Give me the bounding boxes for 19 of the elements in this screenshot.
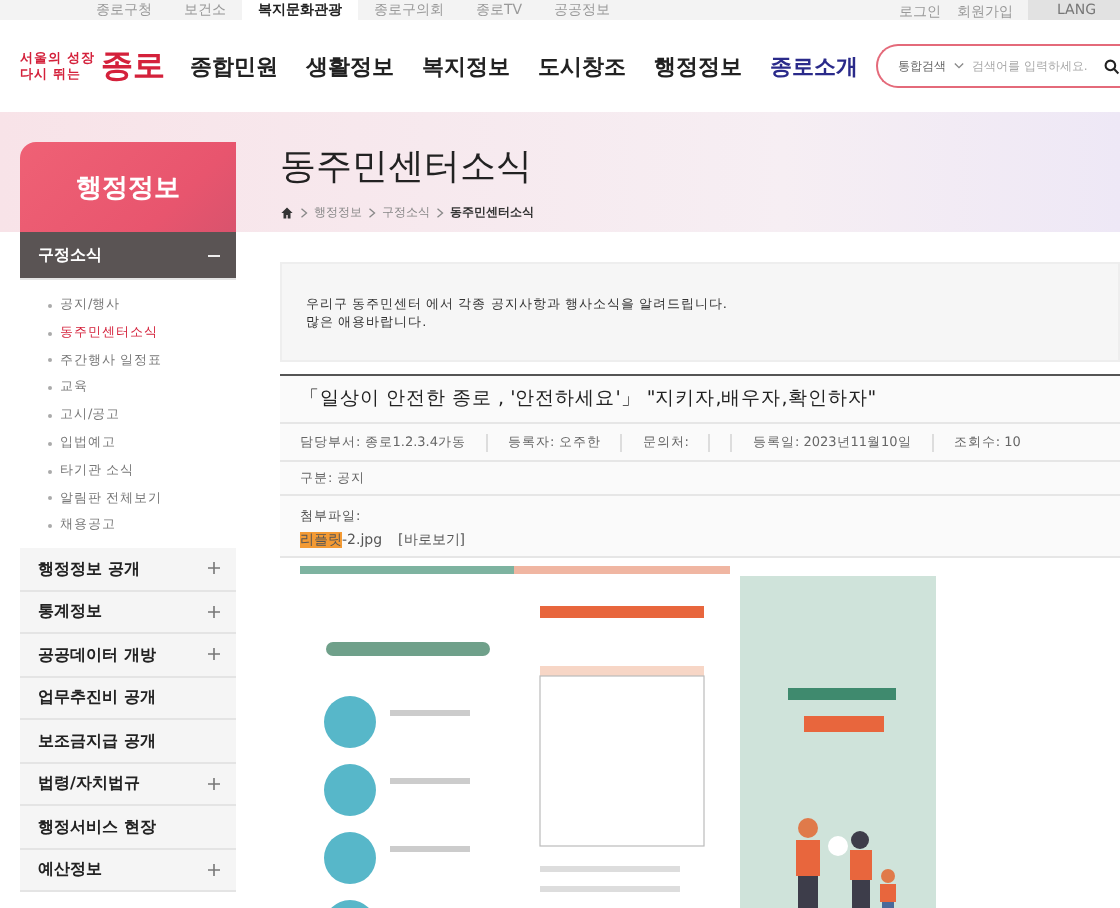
sidebar-item[interactable]: 보조금지급 공개 xyxy=(20,720,236,764)
nav-item[interactable]: 종로소개 xyxy=(756,51,872,81)
nav-item[interactable]: 도시창조 xyxy=(524,51,640,81)
sidebar-title: 행정정보 xyxy=(76,171,180,205)
nav-item[interactable]: 복지정보 xyxy=(408,51,524,81)
sidebar-item[interactable]: 통계정보 xyxy=(20,591,236,635)
logo[interactable]: 종로 xyxy=(100,45,165,87)
page-title: 동주민센터소식 xyxy=(280,144,534,192)
nav-item[interactable]: 종합민원 xyxy=(176,51,292,81)
nav-item[interactable]: 생활정보 xyxy=(292,51,408,81)
post-title: 「일상이 안전한 종로 , '안전하세요'」 "지키자,배우자,확인하자" xyxy=(280,374,1120,422)
sidebar-item[interactable]: 예산정보 xyxy=(20,849,236,893)
sidebar-item[interactable]: 공공데이터 개방 xyxy=(20,634,236,678)
sidebar-item[interactable]: 행정정보 공개 xyxy=(20,548,236,592)
sidebar-item[interactable]: 법령/자치법규 xyxy=(20,763,236,807)
sidebar-item[interactable]: 행정서비스 현장 xyxy=(20,806,236,850)
sidebar-item[interactable]: 구정소식 xyxy=(20,232,236,280)
nav-item[interactable]: 행정정보 xyxy=(640,51,756,81)
sidebar-item[interactable]: 업무추진비 공개 xyxy=(20,677,236,721)
